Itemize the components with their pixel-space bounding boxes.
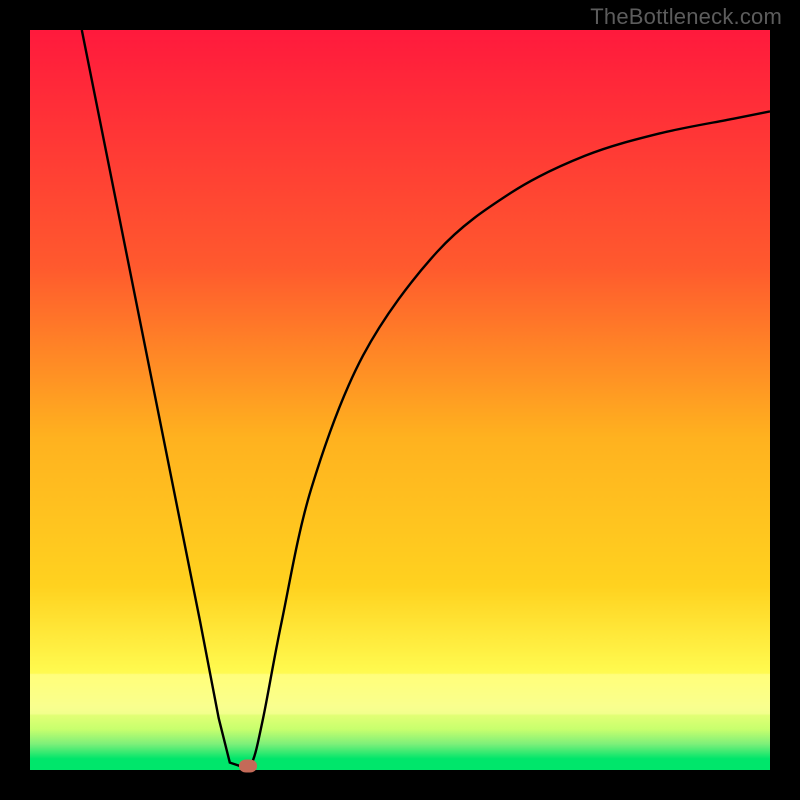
watermark-text: TheBottleneck.com	[590, 4, 782, 30]
chart-frame	[30, 30, 770, 770]
chart-gradient-background	[30, 30, 770, 770]
highlight-marker	[239, 760, 257, 773]
